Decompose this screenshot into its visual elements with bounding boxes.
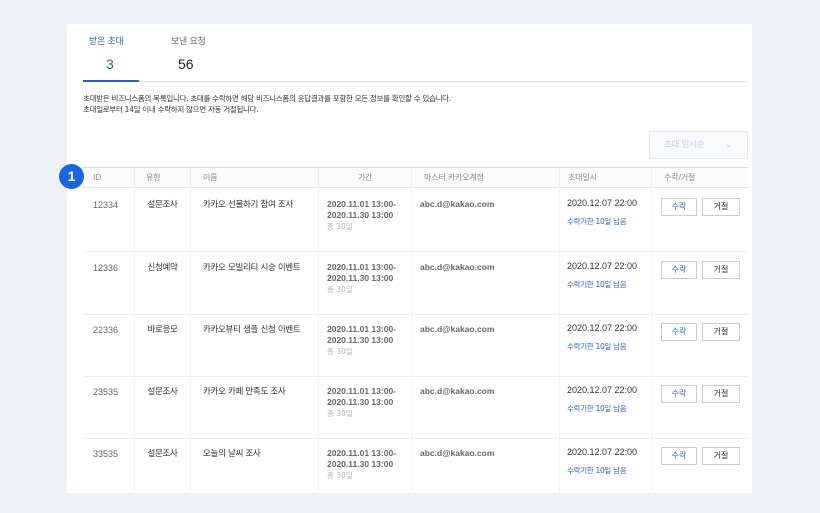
period-end: 2020.11.30 13:00: [327, 273, 394, 283]
period-start: 2020.11.01 13:00-: [327, 386, 397, 396]
cell-period: 2020.11.01 13:00- 2020.11.30 13:00 총 30일: [318, 438, 411, 493]
accept-button[interactable]: 수락: [661, 447, 697, 465]
cell-invite-date: 2020.12.07 22:00 수락기한 10일 남음: [559, 376, 651, 438]
cell-master-account: abc.d@kakao.com: [411, 438, 559, 493]
period-duration: 총 30일: [327, 347, 353, 356]
cell-actions: 수락 거절: [651, 314, 748, 376]
cell-name: 카카오 모빌리티 시승 이벤트: [190, 252, 318, 314]
cell-actions: 수락 거절: [651, 189, 748, 251]
cell-id: 12334: [93, 200, 119, 210]
cell-period: 2020.11.01 13:00- 2020.11.30 13:00 총 30일: [318, 252, 411, 314]
cell-period: 2020.11.01 13:00- 2020.11.30 13:00 총 30일: [318, 376, 411, 438]
chevron-down-icon: ⌄: [724, 140, 733, 150]
period-start: 2020.11.01 13:00-: [327, 199, 397, 209]
table-row: 12334 설문조사 카카오 선물하기 참여 조사 2020.11.01 13:00-…: [83, 189, 748, 252]
tab-sent-requests[interactable]: 보낸 요청 56: [171, 34, 206, 72]
cell-invite-date: 2020.12.07 22:00 수락기한 10일 남음: [559, 314, 651, 376]
cell-period: 2020.11.01 13:00- 2020.11.30 13:00 총 30일: [318, 189, 411, 251]
reject-button[interactable]: 거절: [702, 261, 740, 279]
header-period: 기간: [318, 168, 411, 188]
header-invite-date: 초대일시: [559, 168, 651, 188]
sort-label: 초대 일시순: [664, 140, 705, 150]
table-row: 12336 신청예약 카카오 모빌리티 시승 이벤트 2020.11.01 13:00…: [83, 252, 748, 315]
reject-button[interactable]: 거절: [702, 447, 740, 465]
tab-label: 보낸 요청: [171, 37, 206, 47]
active-tab-underline: [83, 80, 139, 82]
accept-deadline: 수락기한 10일 남음: [567, 466, 627, 475]
accept-button[interactable]: 수락: [661, 261, 697, 279]
invitations-panel: 받은 초대 3 보낸 요청 56 초대받은 비즈니스폼의 목록입니다. 초대를 …: [67, 24, 752, 493]
cell-type: 설문조사: [134, 376, 190, 438]
cell-type: 바로응모: [134, 314, 190, 376]
period-duration: 총 30일: [327, 471, 353, 480]
cell-name: 카카오 카페 만족도 조사: [190, 376, 318, 438]
accept-deadline: 수락기한 10일 남음: [567, 404, 627, 413]
invite-datetime: 2020.12.07 22:00: [567, 198, 638, 208]
period-end: 2020.11.30 13:00: [327, 210, 394, 220]
period-start: 2020.11.01 13:00-: [327, 262, 397, 272]
header-master-account: 마스터 카카오계정: [411, 168, 559, 188]
cell-type: 설문조사: [134, 189, 190, 251]
step-marker-badge: 1: [59, 164, 84, 189]
cell-id: 23535: [93, 387, 119, 397]
cell-id: 22336: [93, 325, 119, 335]
invite-datetime: 2020.12.07 22:00: [567, 323, 638, 333]
cell-invite-date: 2020.12.07 22:00 수락기한 10일 남음: [559, 189, 651, 251]
cell-invite-date: 2020.12.07 22:00 수락기한 10일 남음: [559, 252, 651, 314]
description-line: 초대일로부터 14일 이내 수락하지 않으면 자동 거절됩니다.: [83, 105, 259, 114]
header-accept-reject: 수락/거절: [651, 168, 748, 188]
period-start: 2020.11.01 13:00-: [327, 448, 397, 458]
header-id: ID: [93, 173, 102, 182]
accept-button[interactable]: 수락: [661, 323, 697, 341]
table-header: ID 유형 이름 기간 마스터 카카오계정 초대일시 수락/거절: [83, 167, 748, 188]
period-end: 2020.11.30 13:00: [327, 335, 394, 345]
reject-button[interactable]: 거절: [702, 323, 740, 341]
table-row: 23535 설문조사 카카오 카페 만족도 조사 2020.11.01 13:00- 2…: [83, 376, 748, 439]
period-duration: 총 30일: [327, 409, 353, 418]
period-duration: 총 30일: [327, 222, 353, 231]
cell-name: 카카오뷰티 샘플 신청 이벤트: [190, 314, 318, 376]
table-row: 33535 설문조사 오늘의 날씨 조사 2020.11.01 13:00- 2020.…: [83, 438, 748, 493]
cell-actions: 수락 거절: [651, 376, 748, 438]
description-line: 초대받은 비즈니스폼의 목록입니다. 초대를 수락하면 해당 비즈니스폼의 응답…: [83, 94, 451, 103]
cell-master-account: abc.d@kakao.com: [411, 189, 559, 251]
tab-bar: 받은 초대 3 보낸 요청 56: [83, 24, 748, 82]
cell-invite-date: 2020.12.07 22:00 수락기한 10일 남음: [559, 438, 651, 493]
cell-id: 12336: [93, 263, 119, 273]
cell-name: 카카오 선물하기 참여 조사: [190, 189, 318, 251]
cell-name: 오늘의 날씨 조사: [190, 438, 318, 493]
cell-type: 신청예약: [134, 252, 190, 314]
accept-deadline: 수락기한 10일 남음: [567, 280, 627, 289]
cell-actions: 수락 거절: [651, 252, 748, 314]
cell-master-account: abc.d@kakao.com: [411, 314, 559, 376]
tab-received-invitations[interactable]: 받은 초대 3: [89, 34, 124, 72]
reject-button[interactable]: 거절: [702, 385, 740, 403]
invite-datetime: 2020.12.07 22:00: [567, 261, 638, 271]
tab-label: 받은 초대: [89, 37, 124, 47]
tab-count: 56: [178, 56, 194, 72]
sort-dropdown[interactable]: 초대 일시순 ⌄: [649, 131, 748, 159]
accept-button[interactable]: 수락: [661, 385, 697, 403]
period-duration: 총 30일: [327, 285, 353, 294]
header-type: 유형: [134, 168, 190, 188]
description: 초대받은 비즈니스폼의 목록입니다. 초대를 수락하면 해당 비즈니스폼의 응답…: [83, 93, 451, 115]
period-end: 2020.11.30 13:00: [327, 459, 394, 469]
cell-type: 설문조사: [134, 438, 190, 493]
header-name: 이름: [190, 168, 318, 188]
invite-datetime: 2020.12.07 22:00: [567, 447, 638, 457]
cell-master-account: abc.d@kakao.com: [411, 252, 559, 314]
cell-id: 33535: [93, 449, 119, 459]
tab-count: 3: [106, 56, 114, 72]
cell-master-account: abc.d@kakao.com: [411, 376, 559, 438]
accept-deadline: 수락기한 10일 남음: [567, 342, 627, 351]
invite-datetime: 2020.12.07 22:00: [567, 385, 638, 395]
cell-actions: 수락 거절: [651, 438, 748, 493]
reject-button[interactable]: 거절: [702, 198, 740, 216]
period-end: 2020.11.30 13:00: [327, 397, 394, 407]
accept-button[interactable]: 수락: [661, 198, 697, 216]
table-row: 22336 바로응모 카카오뷰티 샘플 신청 이벤트 2020.11.01 13:00…: [83, 314, 748, 377]
accept-deadline: 수락기한 10일 남음: [567, 217, 627, 226]
cell-period: 2020.11.01 13:00- 2020.11.30 13:00 총 30일: [318, 314, 411, 376]
period-start: 2020.11.01 13:00-: [327, 324, 397, 334]
